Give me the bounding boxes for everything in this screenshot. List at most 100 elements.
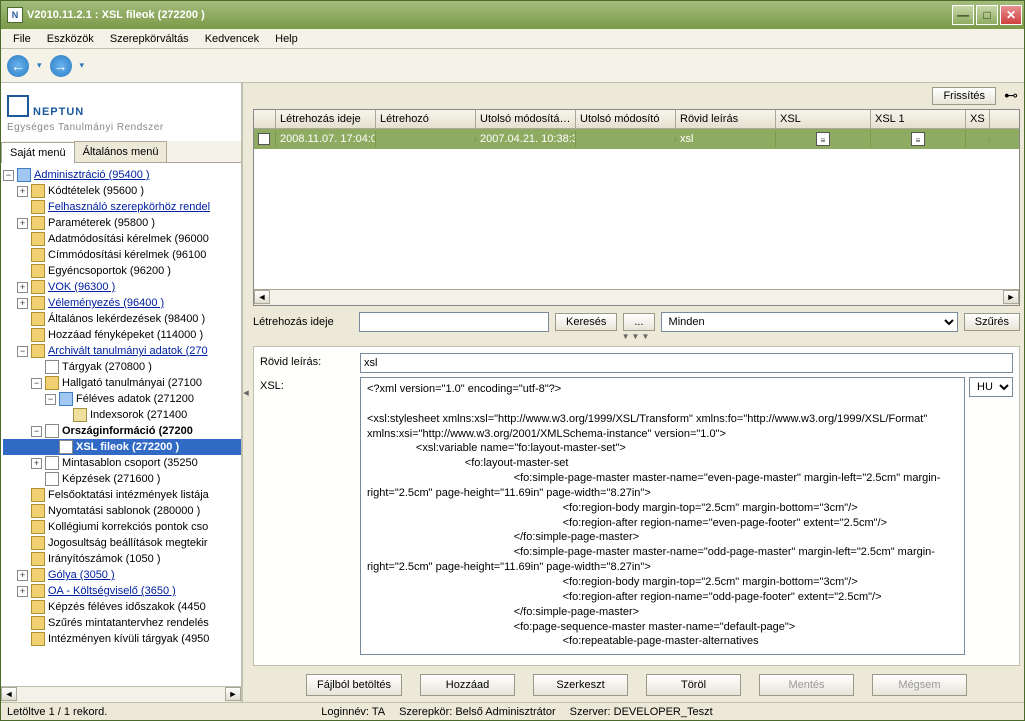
tree-item[interactable]: Jogosultság beállítások megtekir: [48, 537, 208, 549]
tree-item[interactable]: Intézményen kívüli tárgyak (4950: [48, 633, 209, 645]
tree-item[interactable]: OA - Költségviselő (3650 ): [48, 585, 176, 597]
menubar: File Eszközök Szerepkörváltás Kedvencek …: [1, 29, 1024, 49]
grid-col[interactable]: Utolsó módosító: [576, 110, 676, 128]
grid-header: Létrehozás ideje Létrehozó Utolsó módosí…: [254, 110, 1019, 129]
grid-col-check[interactable]: [254, 110, 276, 128]
menu-roleswitch[interactable]: Szerepkörváltás: [102, 31, 197, 47]
filter-scope-select[interactable]: Minden: [661, 312, 958, 332]
menu-file[interactable]: File: [5, 31, 39, 47]
data-grid[interactable]: Létrehozás ideje Létrehozó Utolsó módosí…: [253, 109, 1020, 306]
scroll-left-icon[interactable]: ◄: [254, 290, 270, 304]
row-checkbox[interactable]: [258, 133, 270, 145]
tree-item[interactable]: Hozzáad fényképeket (114000 ): [48, 329, 203, 341]
xsl-doc-icon[interactable]: ≡: [816, 132, 830, 146]
action-buttons: Fájlból betöltés Hozzáad Szerkeszt Töröl…: [253, 666, 1020, 698]
tree-root[interactable]: Adminisztráció (95400 ): [34, 169, 150, 181]
nav-forward-button[interactable]: →: [50, 55, 72, 77]
close-button[interactable]: ✕: [1000, 5, 1022, 25]
save-button: Mentés: [759, 674, 854, 696]
tree-archived[interactable]: Archivált tanulmányi adatok (270: [48, 345, 208, 357]
tree-item[interactable]: Tárgyak (270800 ): [62, 361, 152, 373]
scroll-right-icon[interactable]: ►: [1003, 290, 1019, 304]
tree-item[interactable]: Felhasználó szerepkörhöz rendel: [48, 201, 210, 213]
nav-back-menu-icon[interactable]: ▾: [35, 60, 44, 71]
grid-row[interactable]: 2008.11.07. 17:04:0 2007.04.21. 10:38:3 …: [254, 129, 1019, 149]
xsl-textarea[interactable]: <?xml version="1.0" encoding="utf-8"?> <…: [360, 377, 965, 655]
status-login: Loginnév: TA: [321, 706, 385, 718]
tab-own-menu[interactable]: Saját menü: [1, 142, 75, 163]
left-panel: NEPTUN Egységes Tanulmányi Rendszer Sajá…: [1, 83, 243, 702]
maximize-button[interactable]: □: [976, 5, 998, 25]
cell-lastmod: 2007.04.21. 10:38:3: [476, 131, 576, 147]
grid-col[interactable]: Létrehozás ideje: [276, 110, 376, 128]
search-button[interactable]: Keresés: [555, 313, 617, 331]
xsl1-doc-icon[interactable]: ≡: [911, 132, 925, 146]
add-button[interactable]: Hozzáad: [420, 674, 515, 696]
edit-button[interactable]: Szerkeszt: [533, 674, 628, 696]
tree-item[interactable]: Egyéncsoportok (96200 ): [48, 265, 171, 277]
nav-fwd-menu-icon[interactable]: ▾: [78, 60, 87, 71]
desc-label: Rövid leírás:: [260, 353, 360, 373]
menu-tools[interactable]: Eszközök: [39, 31, 102, 47]
tree-item[interactable]: Hallgató tanulmányai (27100: [62, 377, 202, 389]
grid-col[interactable]: XS: [966, 110, 990, 128]
tree-item[interactable]: Szűrés mintatantervhez rendelés: [48, 617, 209, 629]
filter-button[interactable]: Szűrés: [964, 313, 1020, 331]
panel-splitter-icon[interactable]: ▼▼▼: [253, 332, 1020, 346]
tree-item-selected[interactable]: XSL fileok (272200 ): [76, 441, 179, 453]
menu-help[interactable]: Help: [267, 31, 306, 47]
tree-item[interactable]: VOK (96300 ): [48, 281, 115, 293]
tree-view[interactable]: −Adminisztráció (95400 ) +Kódtételek (95…: [1, 163, 241, 686]
lang-select[interactable]: HU: [969, 377, 1013, 397]
xsl-label: XSL:: [260, 377, 360, 655]
refresh-button[interactable]: Frissítés: [932, 87, 996, 105]
tree-item[interactable]: Képzés féléves időszakok (4450: [48, 601, 206, 613]
tree-item[interactable]: Felsőoktatási intézmények listája: [48, 489, 209, 501]
statusbar: Letöltve 1 / 1 rekord. Loginnév: TA Szer…: [1, 702, 1024, 720]
filter-input[interactable]: [359, 312, 549, 332]
tree-item[interactable]: Féléves adatok (271200: [76, 393, 194, 405]
cancel-button: Mégsem: [872, 674, 967, 696]
minimize-button[interactable]: —: [952, 5, 974, 25]
side-tabs: Saját menü Általános menü: [1, 141, 241, 163]
tree-item[interactable]: Gólya (3050 ): [48, 569, 115, 581]
tree-item[interactable]: Országinformáció (27200: [62, 425, 193, 437]
grid-col[interactable]: Utolsó módosítás ...: [476, 110, 576, 128]
tree-item[interactable]: Irányítószámok (1050 ): [48, 553, 161, 565]
tree-item[interactable]: Kollégiumi korrekciós pontok cso: [48, 521, 208, 533]
grid-col[interactable]: XSL: [776, 110, 871, 128]
grid-col[interactable]: Létrehozó: [376, 110, 476, 128]
nav-toolbar: ← ▾ → ▾: [1, 49, 1024, 83]
tree-item[interactable]: Paraméterek (95800 ): [48, 217, 155, 229]
desc-input[interactable]: [360, 353, 1013, 373]
load-file-button[interactable]: Fájlból betöltés: [306, 674, 402, 696]
cell-created: 2008.11.07. 17:04:0: [276, 131, 376, 147]
grid-col[interactable]: Rövid leírás: [676, 110, 776, 128]
logo: NEPTUN Egységes Tanulmányi Rendszer: [1, 83, 241, 135]
tree-item[interactable]: Indexsorok (271400: [90, 409, 187, 421]
nav-back-button[interactable]: ←: [7, 55, 29, 77]
status-server: Szerver: DEVELOPER_Teszt: [570, 706, 713, 718]
grid-col[interactable]: XSL 1: [871, 110, 966, 128]
tree-item[interactable]: Kódtételek (95600 ): [48, 185, 144, 197]
pin-icon[interactable]: ⊷: [1004, 87, 1020, 103]
tab-general-menu[interactable]: Általános menü: [74, 141, 168, 162]
right-panel: Frissítés ⊷ Létrehozás ideje Létrehozó U…: [249, 83, 1024, 702]
tree-item[interactable]: Általános lekérdezések (98400 ): [48, 313, 205, 325]
grid-hscroll[interactable]: ◄ ►: [254, 289, 1019, 305]
filter-bar: Létrehozás ideje Keresés ... Minden Szűr…: [253, 312, 1020, 332]
cell-creator: [376, 137, 476, 141]
delete-button[interactable]: Töröl: [646, 674, 741, 696]
browse-button[interactable]: ...: [623, 313, 654, 331]
tree-item[interactable]: Mintasablon csoport (35250: [62, 457, 198, 469]
tree-item[interactable]: Véleményezés (96400 ): [48, 297, 164, 309]
tree-item[interactable]: Nyomtatási sablonok (280000 ): [48, 505, 200, 517]
tree-item[interactable]: Címmódosítási kérelmek (96100: [48, 249, 206, 261]
tree-hscroll[interactable]: ◄►: [1, 686, 241, 702]
menu-favorites[interactable]: Kedvencek: [197, 31, 267, 47]
tree-item[interactable]: Képzések (271600 ): [62, 473, 160, 485]
status-records: Letöltve 1 / 1 rekord.: [7, 706, 107, 718]
tree-item[interactable]: Adatmódosítási kérelmek (96000: [48, 233, 209, 245]
app-icon: N: [7, 7, 23, 23]
titlebar: N V2010.11.2.1 : XSL fileok (272200 ) — …: [1, 1, 1024, 29]
